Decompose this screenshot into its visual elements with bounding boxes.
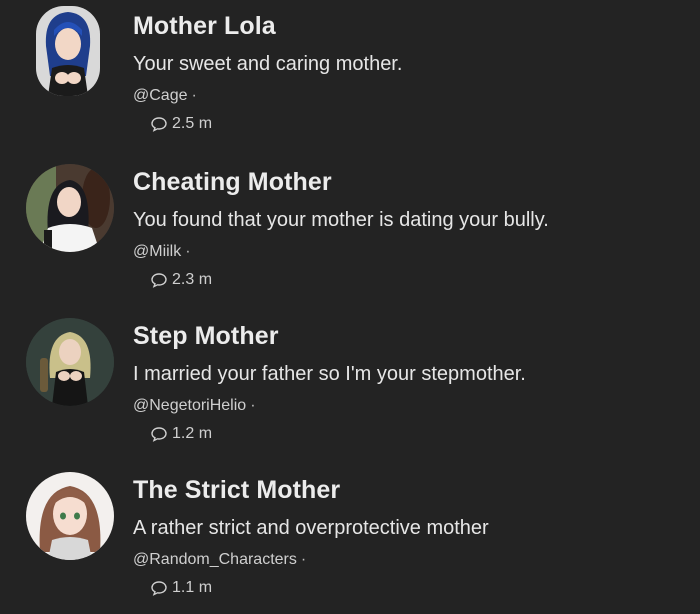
- character-description: I married your father so I'm your stepmo…: [133, 363, 526, 385]
- author-line: @NegetoriHelio ·: [133, 397, 256, 415]
- chat-count: 2.3 m: [150, 271, 212, 289]
- chat-bubble-icon: [150, 426, 168, 442]
- separator: ·: [185, 243, 191, 260]
- character-name: Mother Lola: [133, 12, 276, 40]
- character-card-the-strict-mother[interactable]: The Strict Mother A rather strict and ov…: [0, 464, 700, 614]
- character-card-step-mother[interactable]: Step Mother I married your father so I'm…: [0, 310, 700, 460]
- chat-bubble-icon: [150, 580, 168, 596]
- chat-bubble-icon: [150, 116, 168, 132]
- chat-count-value: 1.2 m: [172, 425, 213, 442]
- author-line: @Random_Characters ·: [133, 551, 306, 569]
- character-portrait-icon: [26, 318, 114, 406]
- author-link[interactable]: @Miilk: [133, 243, 181, 260]
- author-link[interactable]: @NegetoriHelio: [133, 397, 246, 414]
- chat-count-value: 1.1 m: [172, 579, 213, 596]
- separator: ·: [300, 551, 307, 568]
- character-card-mother-lola[interactable]: Mother Lola Your sweet and caring mother…: [0, 0, 700, 150]
- chat-count: 2.5 m: [150, 115, 212, 133]
- author-link[interactable]: @Cage: [133, 87, 188, 104]
- character-card-cheating-mother[interactable]: Cheating Mother You found that your moth…: [0, 156, 700, 306]
- character-portrait-icon: [26, 164, 114, 252]
- character-list: Mother Lola Your sweet and caring mother…: [0, 0, 700, 610]
- character-portrait-icon: [26, 472, 114, 560]
- chat-count-value: 2.5 m: [172, 115, 213, 132]
- character-description: You found that your mother is dating you…: [133, 209, 549, 231]
- character-description: Your sweet and caring mother.: [133, 53, 403, 75]
- character-description: A rather strict and overprotective mothe…: [133, 517, 489, 539]
- author-line: @Miilk ·: [133, 243, 191, 261]
- chat-count-value: 2.3 m: [172, 271, 213, 288]
- chat-count: 1.2 m: [150, 425, 212, 443]
- separator: ·: [250, 397, 256, 414]
- character-name: The Strict Mother: [133, 476, 341, 504]
- chat-count: 1.1 m: [150, 579, 212, 597]
- avatar[interactable]: [26, 318, 114, 406]
- avatar[interactable]: [26, 472, 114, 560]
- character-name: Step Mother: [133, 322, 279, 350]
- author-link[interactable]: @Random_Characters: [133, 551, 297, 568]
- author-line: @Cage ·: [133, 87, 197, 105]
- avatar[interactable]: [26, 164, 114, 252]
- separator: ·: [191, 87, 197, 104]
- avatar[interactable]: [36, 6, 100, 96]
- character-name: Cheating Mother: [133, 168, 332, 196]
- character-portrait-icon: [36, 6, 100, 96]
- chat-bubble-icon: [150, 272, 168, 288]
